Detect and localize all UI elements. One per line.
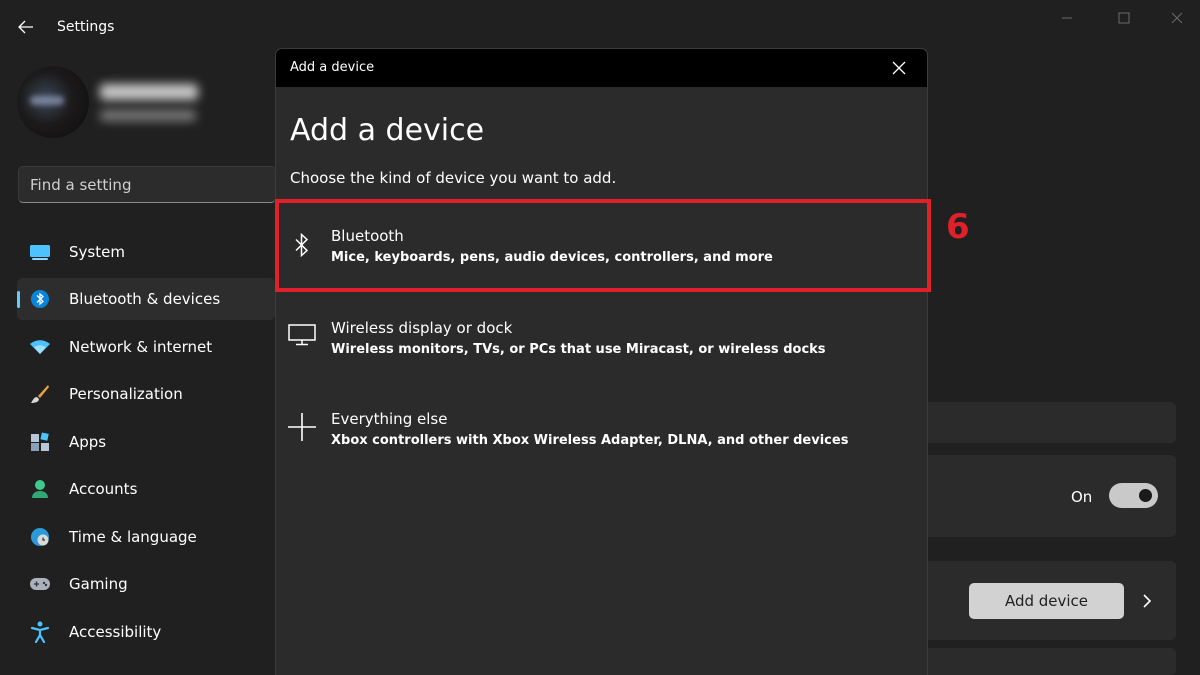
close-icon: [1171, 12, 1183, 24]
expand-button[interactable]: [1139, 592, 1155, 610]
sidebar-item-apps[interactable]: Apps: [17, 421, 275, 463]
sidebar-item-label: Gaming: [69, 575, 128, 593]
option-description: Xbox controllers with Xbox Wireless Adap…: [331, 433, 849, 448]
plus-icon: [286, 411, 318, 443]
sidebar-item-gaming[interactable]: Gaming: [17, 563, 275, 605]
sidebar-item-label: Personalization: [69, 385, 183, 403]
profile-name-redacted: [100, 84, 198, 100]
add-device-dialog: Add a device Add a device Choose the kin…: [275, 48, 928, 675]
sidebar-item-label: Apps: [69, 433, 107, 451]
sidebar-item-label: System: [69, 243, 125, 261]
toggle-knob: [1139, 489, 1152, 502]
sidebar-item-accounts[interactable]: Accounts: [17, 468, 275, 510]
sidebar-item-time-language[interactable]: Time & language: [17, 516, 275, 558]
dialog-subtitle: Choose the kind of device you want to ad…: [290, 169, 617, 187]
sidebar-item-accessibility[interactable]: Accessibility: [17, 611, 275, 653]
sidebar-item-label: Network & internet: [69, 338, 213, 356]
title-bar: Settings: [0, 0, 1200, 52]
person-icon: [29, 479, 51, 499]
option-description: Wireless monitors, TVs, or PCs that use …: [331, 342, 826, 357]
settings-card-bluetooth: [920, 402, 1176, 443]
add-device-button[interactable]: Add device: [969, 583, 1124, 619]
chevron-right-icon: [1143, 594, 1152, 608]
brush-icon: [29, 384, 51, 404]
sidebar-item-label: Accounts: [69, 480, 138, 498]
sidebar-item-bluetooth-devices[interactable]: Bluetooth & devices: [17, 278, 275, 320]
gamepad-icon: [29, 574, 51, 594]
bluetooth-toggle[interactable]: [1109, 483, 1158, 508]
wifi-icon: [29, 337, 51, 357]
monitor-icon: [286, 319, 318, 351]
sidebar-item-network[interactable]: Network & internet: [17, 326, 275, 368]
sidebar-item-system[interactable]: System: [17, 231, 275, 273]
settings-card-more: [920, 648, 1176, 675]
sidebar-item-label: Accessibility: [69, 623, 162, 641]
minimize-icon: [1062, 17, 1072, 19]
profile-account-redacted: [100, 110, 196, 121]
back-arrow-icon: [18, 20, 33, 34]
back-button[interactable]: [10, 12, 42, 42]
dialog-heading: Add a device: [290, 113, 485, 148]
sidebar-item-label: Bluetooth & devices: [69, 290, 221, 308]
minimize-button[interactable]: [1052, 8, 1082, 28]
close-window-button[interactable]: [1162, 8, 1192, 28]
option-title: Everything else: [331, 410, 448, 428]
toggle-state-label: On: [1071, 488, 1093, 506]
option-title: Wireless display or dock: [331, 319, 513, 337]
dialog-close-button[interactable]: [889, 58, 909, 78]
maximize-button[interactable]: [1109, 8, 1139, 28]
search-input[interactable]: [19, 167, 275, 202]
option-everything-else[interactable]: Everything else Xbox controllers with Xb…: [280, 386, 920, 466]
bluetooth-icon: [29, 289, 51, 309]
monitor-icon: [29, 242, 51, 262]
sidebar-item-personalization[interactable]: Personalization: [17, 373, 275, 415]
avatar-overlay: [30, 96, 64, 105]
selection-indicator: [17, 291, 20, 308]
apps-icon: [29, 432, 51, 452]
step-number-label: 6: [946, 207, 970, 247]
dialog-title-bar: Add a device: [276, 49, 927, 87]
search-box[interactable]: [18, 166, 276, 203]
globe-clock-icon: [29, 527, 51, 547]
close-icon: [892, 61, 906, 75]
option-wireless-display[interactable]: Wireless display or dock Wireless monito…: [280, 295, 920, 375]
highlight-box: [275, 199, 931, 292]
dialog-window-title: Add a device: [290, 60, 375, 75]
sidebar-item-label: Time & language: [69, 528, 197, 546]
maximize-icon: [1118, 12, 1130, 24]
accessibility-icon: [29, 621, 51, 643]
app-title: Settings: [57, 19, 115, 35]
